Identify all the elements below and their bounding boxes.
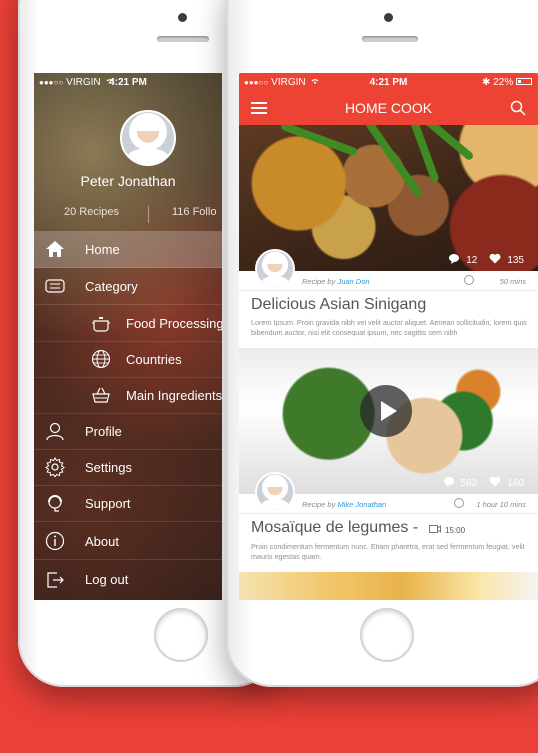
app-title: HOME COOK <box>344 100 433 116</box>
heart-icon[interactable] <box>489 253 501 267</box>
speaker-grille <box>362 36 418 42</box>
recipe-author-link[interactable]: Juan Don <box>337 277 369 286</box>
profile-avatar[interactable] <box>120 110 176 166</box>
recipe-title[interactable]: Delicious Asian Sinigang <box>251 296 426 314</box>
play-video-button[interactable] <box>360 385 412 437</box>
battery-percent: 22% <box>493 76 514 88</box>
heart-icon[interactable] <box>489 476 501 490</box>
home-icon <box>44 238 66 260</box>
menu-item-home[interactable]: Home <box>34 231 222 268</box>
followers-count[interactable]: 116 Follo <box>172 206 216 218</box>
comment-count: 12 <box>466 254 478 266</box>
comment-icon[interactable] <box>443 476 455 490</box>
logout-icon <box>44 569 66 591</box>
status-time: 4:21 PM <box>109 76 147 88</box>
recipe-image-sinigang[interactable]: 12 135 <box>239 125 538 271</box>
battery-indicator: ✱ 22% <box>482 77 532 88</box>
chef-avatar[interactable] <box>255 472 295 512</box>
speaker-grille <box>157 36 209 42</box>
profile-stats: 20 Recipes 116 Follo <box>34 206 222 224</box>
camera-dot <box>178 13 187 22</box>
menu-label: Settings <box>85 459 132 475</box>
stats-divider <box>148 206 149 223</box>
menu-item-about[interactable]: About <box>34 523 222 560</box>
video-camera-icon <box>429 525 441 535</box>
recipe-image-next[interactable] <box>239 572 538 600</box>
profile-name: Peter Jonathan <box>80 173 176 189</box>
battery-icon <box>516 78 532 86</box>
category-icon <box>44 275 66 297</box>
recipe-description: Lorem Ipsum. Proin gravida nibh vel veli… <box>251 318 527 337</box>
recipe-by-label: Recipe by <box>302 500 336 509</box>
home-button[interactable] <box>154 608 208 662</box>
menu-label: Profile <box>85 423 122 439</box>
recipe-by-label: Recipe by <box>302 277 336 286</box>
menu-label: Countries <box>126 351 182 367</box>
menu-label: Log out <box>85 572 129 587</box>
recipe-description: Proin condimentum fermentum nunc. Etiam … <box>251 542 525 561</box>
cook-time: 1 hour 10 mins <box>476 500 526 509</box>
bluetooth-icon: ✱ <box>482 76 494 88</box>
comment-count: 562 <box>460 477 478 489</box>
recipe-stats: 562 160 <box>441 476 528 490</box>
video-duration: 15:00 <box>429 525 465 535</box>
gear-icon <box>44 456 66 478</box>
recipe-title[interactable]: Mosaïque de legumes - <box>251 519 418 537</box>
menu-item-countries[interactable]: Countries <box>34 341 222 378</box>
recipe-stats: 12 135 <box>446 253 528 267</box>
menu-label: Main Ingredients <box>126 387 222 403</box>
menu-item-category[interactable]: Category <box>34 268 222 305</box>
recipe-author-line: Recipe by Mike Jonathan <box>302 500 386 509</box>
status-bar: ●●●○○ VIRGIN 4:21 PM ✱ 22% <box>239 73 538 91</box>
recipe-image-mosaique[interactable]: 562 160 <box>239 348 538 494</box>
video-duration-value: 15:00 <box>445 525 466 535</box>
menu-label: Food Processing <box>126 315 222 331</box>
menu-label: Support <box>85 495 131 511</box>
globe-icon <box>90 348 112 370</box>
clock-icon <box>464 275 474 285</box>
home-cook-screen: ●●●○○ VIRGIN 4:21 PM ✱ 22% HOME COOK 12 … <box>239 73 538 600</box>
recipe-author-link[interactable]: Mike Jonathan <box>337 500 386 509</box>
like-count: 135 <box>507 254 524 266</box>
camera-dot <box>384 13 393 22</box>
chef-avatar[interactable] <box>255 249 295 289</box>
like-count: 160 <box>507 477 524 489</box>
menu-label: Category <box>85 278 138 294</box>
menu-item-support[interactable]: Support <box>34 485 222 522</box>
user-icon <box>44 420 66 442</box>
info-icon <box>44 530 66 552</box>
menu-item-settings[interactable]: Settings <box>34 449 222 486</box>
recipe-author-line: Recipe by Juan Don <box>302 277 370 286</box>
clock-icon <box>454 498 464 508</box>
pot-icon <box>90 312 112 334</box>
search-icon[interactable] <box>510 100 526 116</box>
menu-label: Home <box>85 241 120 257</box>
basket-icon <box>90 384 112 406</box>
home-button[interactable] <box>360 608 414 662</box>
cook-time: 50 mins <box>499 277 526 286</box>
side-menu-screen: ●●●○○ VIRGIN 4:21 PM Peter Jonathan 20 R… <box>34 73 222 600</box>
menu-item-logout[interactable]: Log out <box>34 561 222 598</box>
menu-item-food-processing[interactable]: Food Processing <box>34 305 222 342</box>
menu-item-main-ingredients[interactable]: Main Ingredients <box>34 377 222 414</box>
headset-icon <box>44 492 66 514</box>
menu-item-profile[interactable]: Profile <box>34 413 222 450</box>
comment-icon[interactable] <box>448 253 460 267</box>
recipes-count[interactable]: 20 Recipes <box>64 206 119 218</box>
status-bar: ●●●○○ VIRGIN 4:21 PM <box>34 73 222 91</box>
app-header: ●●●○○ VIRGIN 4:21 PM ✱ 22% HOME COOK <box>239 73 538 125</box>
menu-label: About <box>85 533 119 549</box>
